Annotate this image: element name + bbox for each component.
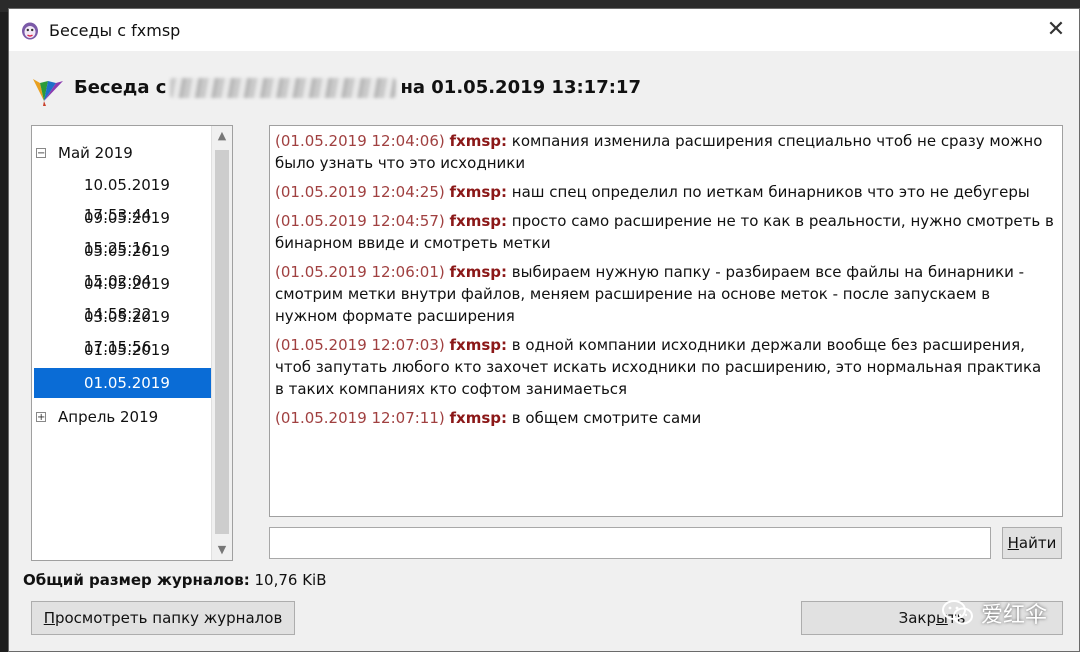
- message-timestamp: (01.05.2019 12:04:25): [275, 183, 445, 201]
- find-button-label: айти: [1018, 534, 1057, 552]
- chat-log[interactable]: (01.05.2019 12:04:06) fxmsp: компания из…: [269, 125, 1063, 517]
- header-suffix: на 01.05.2019 13:17:17: [400, 77, 641, 98]
- chat-message: (01.05.2019 12:04:25) fxmsp: наш спец оп…: [275, 181, 1054, 203]
- scroll-thumb[interactable]: [215, 150, 229, 534]
- date-tree[interactable]: − Май 2019 10.05.2019 17:53:44 09.05.201…: [31, 125, 233, 561]
- tree-item-date[interactable]: 04.05.2019 14:58:22: [34, 269, 232, 323]
- find-button-accel: Н: [1007, 534, 1019, 552]
- tree-item-date[interactable]: 10.05.2019 17:53:44: [34, 170, 232, 224]
- tree-group-label: Апрель 2019: [58, 408, 159, 426]
- open-folder-label: росмотреть папку журналов: [54, 609, 283, 627]
- tree-group-april-2019[interactable]: + Апрель 2019: [36, 402, 158, 432]
- message-text: в общем смотрите сами: [511, 409, 702, 427]
- log-size-info: Общий размер журналов: 10,76 KiB: [23, 571, 327, 589]
- redacted-contact-name: [170, 78, 397, 98]
- tree-group-may-2019[interactable]: − Май 2019: [36, 138, 133, 168]
- message-text: наш спец определил по иеткам бинарников …: [511, 183, 1030, 201]
- search-input[interactable]: [269, 527, 991, 559]
- message-timestamp: (01.05.2019 12:06:01): [275, 263, 445, 281]
- message-author: fxmsp:: [449, 212, 508, 230]
- tree-item-date[interactable]: 09.05.2019 15:25:16: [34, 203, 232, 257]
- message-timestamp: (01.05.2019 12:04:57): [275, 212, 445, 230]
- log-size-label: Общий размер журналов:: [23, 571, 250, 589]
- message-timestamp: (01.05.2019 12:04:06): [275, 132, 445, 150]
- app-icon: [22, 22, 38, 40]
- chat-message: (01.05.2019 12:04:57) fxmsp: просто само…: [275, 210, 1054, 254]
- tree-scrollbar[interactable]: ▲ ▼: [211, 126, 232, 560]
- open-log-folder-button[interactable]: Просмотреть папку журналов: [31, 601, 295, 635]
- tree-item-date[interactable]: 03.05.2019 17:15:56: [34, 302, 232, 356]
- window-title: Беседы с fxmsp: [49, 21, 181, 40]
- conversation-header: Беседа с на 01.05.2019 13:17:17: [74, 77, 641, 98]
- message-author: fxmsp:: [449, 409, 508, 427]
- message-timestamp: (01.05.2019 12:07:11): [275, 409, 445, 427]
- close-window-icon[interactable]: ✕: [1045, 19, 1067, 41]
- message-timestamp: (01.05.2019 12:07:03): [275, 336, 445, 354]
- collapse-icon[interactable]: −: [36, 148, 46, 159]
- open-folder-accel: П: [43, 609, 55, 627]
- find-button[interactable]: Найти: [1002, 527, 1062, 559]
- header-prefix: Беседа с: [74, 77, 167, 98]
- tree-group-label: Май 2019: [58, 144, 133, 162]
- chat-message: (01.05.2019 12:06:01) fxmsp: выбираем ну…: [275, 261, 1054, 327]
- tree-item-date[interactable]: 01.05.2019 20:46:31: [34, 335, 232, 389]
- conversation-icon: [33, 79, 63, 106]
- message-author: fxmsp:: [449, 183, 508, 201]
- close-accel: ы: [935, 609, 948, 627]
- expand-icon[interactable]: +: [36, 412, 46, 423]
- log-size-value: 10,76 KiB: [254, 571, 327, 589]
- tree-item-date[interactable]: 05.05.2019 15:02:04: [34, 236, 232, 290]
- close-button[interactable]: Закр ы ть: [801, 601, 1063, 635]
- message-author: fxmsp:: [449, 336, 508, 354]
- message-author: fxmsp:: [449, 263, 508, 281]
- scroll-up-icon[interactable]: ▲: [212, 126, 232, 146]
- scroll-down-icon[interactable]: ▼: [212, 540, 232, 560]
- chat-message: (01.05.2019 12:07:03) fxmsp: в одной ком…: [275, 334, 1054, 400]
- close-label-pre: Закр: [898, 609, 936, 627]
- conversations-window: Беседы с fxmsp ✕ Беседа с на 01.05.2019 …: [8, 8, 1080, 652]
- chat-message: (01.05.2019 12:04:06) fxmsp: компания из…: [275, 130, 1054, 174]
- message-author: fxmsp:: [449, 132, 508, 150]
- tree-item-date-selected[interactable]: 01.05.2019 13:17:17: [34, 368, 232, 422]
- close-label-post: ть: [947, 609, 966, 627]
- chat-message: (01.05.2019 12:07:11) fxmsp: в общем смо…: [275, 407, 1054, 429]
- title-bar: Беседы с fxmsp ✕: [9, 9, 1079, 51]
